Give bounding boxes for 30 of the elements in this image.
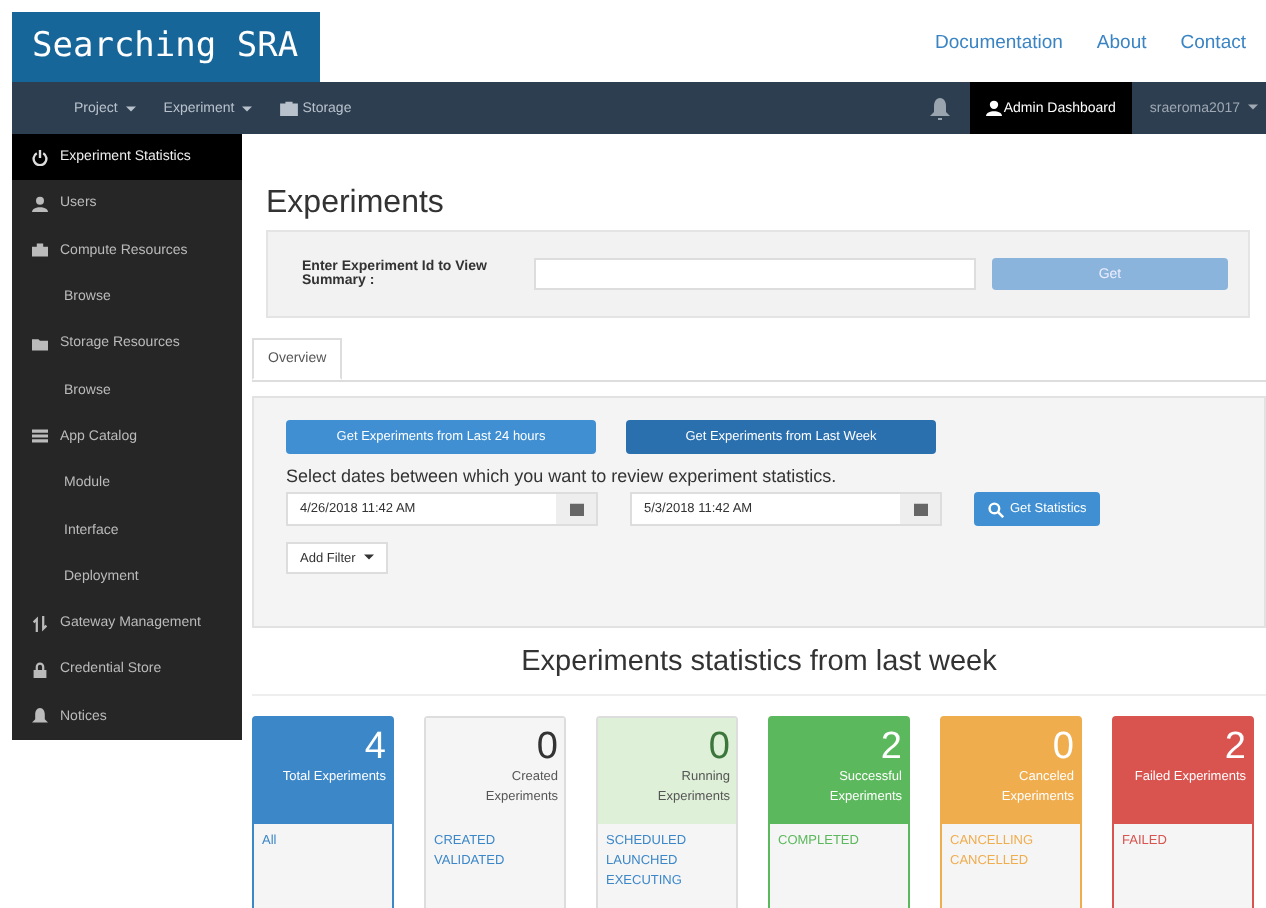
user-icon [32,195,48,212]
bell-icon [32,708,48,725]
arrows-icon [32,615,48,632]
page-title: Experiments [266,186,446,224]
list-icon [32,428,48,445]
count: 2 [1224,726,1246,768]
lock-icon [32,661,48,678]
count: 2 [880,726,902,768]
count: 4 [364,726,386,768]
caret-icon [1248,104,1258,111]
count: 0 [1052,726,1074,768]
folder-icon [32,335,48,352]
logo[interactable]: Searching SRA [12,12,320,82]
instruction-text: Select dates between which you want to review experiment statistics. [286,466,839,486]
caret-icon [125,105,136,111]
count: 0 [536,726,558,768]
power-icon [32,149,48,166]
search-icon [988,501,1004,517]
nav-link[interactable]: Contact [1180,32,1246,54]
count: 0 [708,726,730,768]
caret-icon [242,105,253,111]
briefcase-icon [280,100,299,116]
nav-link[interactable]: Documentation [935,32,1063,54]
caret-icon [363,554,374,561]
bell-icon[interactable] [929,97,950,119]
nav-link[interactable]: About [1096,32,1147,54]
briefcase-icon [32,242,48,259]
input-field[interactable] [534,258,976,290]
section-title: Experiments statistics from last week [252,646,1266,696]
user-icon [985,100,1002,116]
